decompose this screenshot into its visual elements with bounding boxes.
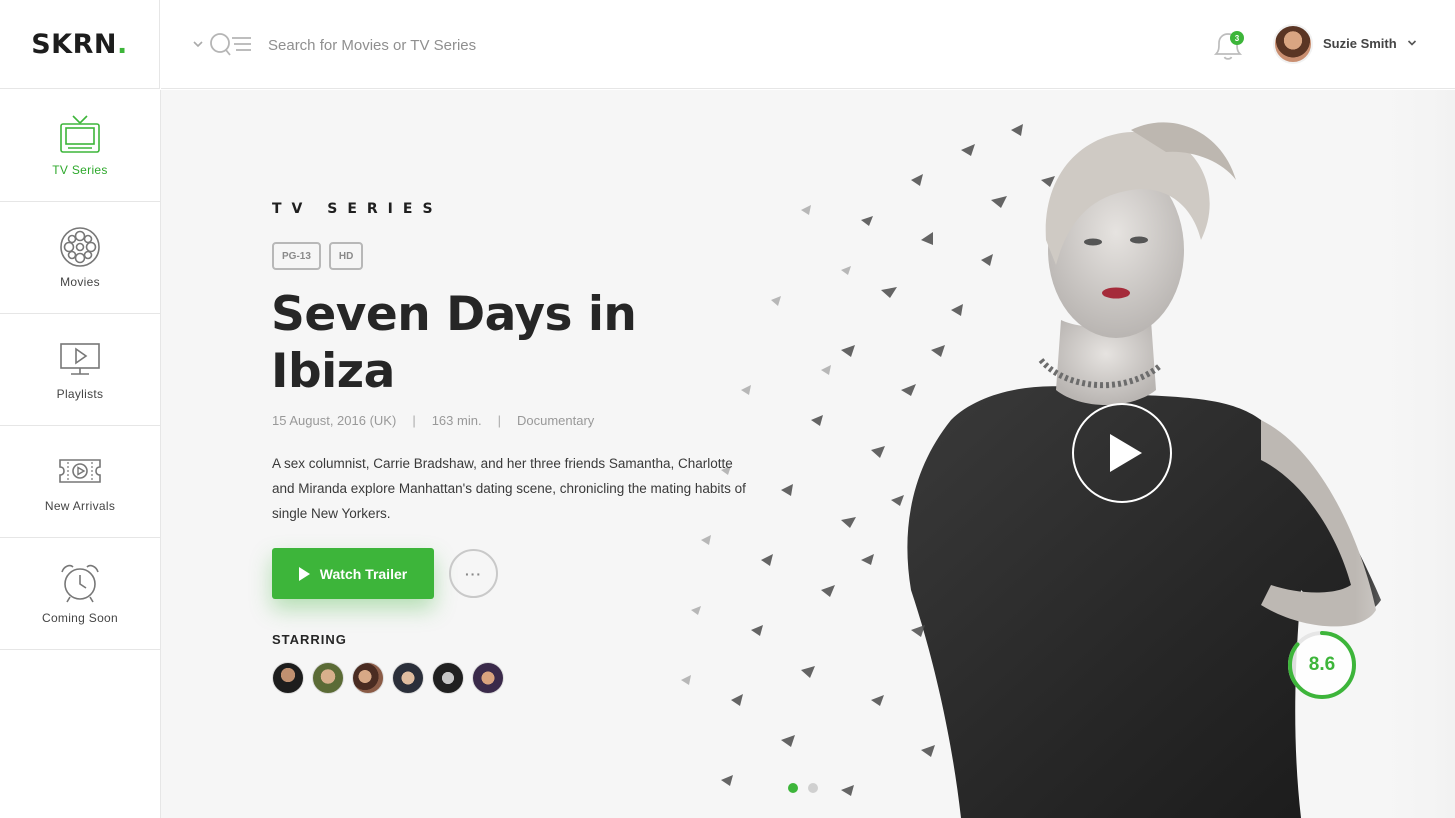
sidebar-item-label: TV Series (52, 163, 108, 177)
cast-avatar[interactable] (472, 662, 504, 694)
hero-image (681, 90, 1455, 818)
meta-row: 15 August, 2016 (UK) | 163 min. | Docume… (272, 413, 594, 428)
sidebar-item-label: New Arrivals (44, 499, 116, 513)
carousel-dots (788, 783, 818, 793)
play-icon (1110, 434, 1142, 472)
cast-avatar[interactable] (352, 662, 384, 694)
carousel-dot[interactable] (808, 783, 818, 793)
sidebar-item-new-arrivals[interactable]: New Arrivals (0, 426, 160, 538)
page-title: Seven Days in Ibiza (271, 287, 637, 399)
logo[interactable]: SKRN. (31, 29, 128, 60)
logo-text: SKRN (31, 28, 117, 60)
sidebar-item-tv-series[interactable]: TV Series (0, 90, 160, 202)
chevron-down-icon[interactable] (192, 37, 204, 51)
cast-avatar[interactable] (432, 662, 464, 694)
play-icon (298, 566, 310, 581)
watch-trailer-label: Watch Trailer (319, 565, 408, 582)
logo-area: SKRN. (0, 0, 160, 89)
watch-trailer-button[interactable]: Watch Trailer (272, 548, 434, 599)
ticket-icon (59, 459, 101, 483)
hero-banner: TV SERIES PG-13 HD Seven Days in Ibiza 1… (161, 90, 1455, 818)
user-name[interactable]: Suzie Smith (1323, 36, 1397, 51)
top-bar: 3 Suzie Smith (161, 0, 1455, 89)
sidebar-item-coming-soon[interactable]: Coming Soon (0, 538, 160, 650)
badge-group: PG-13 HD (272, 242, 364, 270)
sidebar-item-movies[interactable]: Movies (0, 202, 160, 314)
logo-dot: . (117, 28, 128, 60)
avatar[interactable] (1273, 24, 1313, 64)
cast-avatar[interactable] (272, 662, 304, 694)
monitor-play-icon (60, 343, 100, 375)
chevron-down-icon[interactable] (1407, 38, 1417, 48)
sidebar-item-playlists[interactable]: Playlists (0, 314, 160, 426)
rating-badge: PG-13 (272, 242, 321, 270)
cast-avatar[interactable] (392, 662, 424, 694)
sidebar-item-label: Coming Soon (41, 611, 118, 625)
score-value: 8.6 (1308, 654, 1336, 675)
more-options-button[interactable]: ··· (449, 549, 498, 598)
sidebar-item-label: Playlists (56, 387, 104, 401)
search-input[interactable] (268, 30, 828, 60)
sidebar-item-label: Movies (60, 275, 100, 289)
starring-label: STARRING (272, 632, 347, 647)
meta-separator: | (412, 413, 416, 428)
genre[interactable]: Documentary (517, 413, 594, 428)
search-icon[interactable] (209, 32, 253, 58)
carousel-dot[interactable] (788, 783, 798, 793)
sidebar: TV Series Movies Playlists New Arrivals … (0, 90, 161, 818)
description: A sex columnist, Carrie Bradshaw, and he… (272, 456, 746, 521)
play-video-button[interactable] (1072, 403, 1172, 503)
film-reel-icon (60, 227, 100, 267)
tv-icon (60, 115, 100, 153)
duration: 163 min. (431, 413, 482, 428)
cast-list (272, 662, 504, 694)
quality-badge: HD (328, 242, 364, 270)
notification-badge: 3 (1230, 31, 1244, 45)
cast-avatar[interactable] (312, 662, 344, 694)
section-eyebrow: TV SERIES (272, 201, 443, 217)
release-date: 15 August, 2016 (UK) (272, 413, 397, 428)
meta-separator: | (497, 413, 501, 428)
alarm-clock-icon (61, 564, 99, 603)
